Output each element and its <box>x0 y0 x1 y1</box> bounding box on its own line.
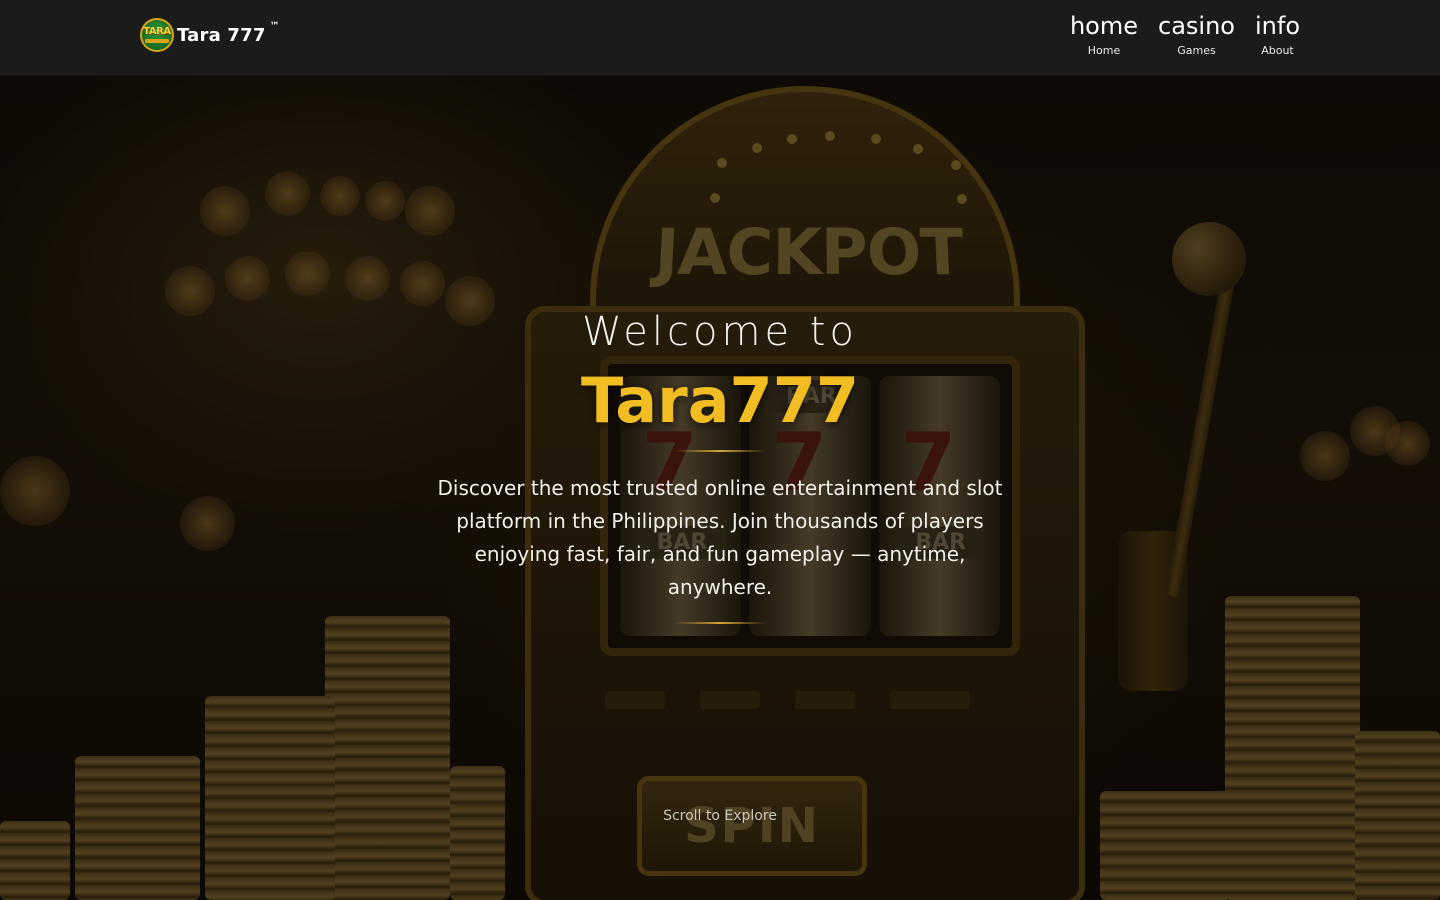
hero-welcome: Welcome to <box>582 309 858 355</box>
nav-item-casino-sublabel: Games <box>1177 44 1216 57</box>
nav-item-home-label: home <box>1069 12 1139 40</box>
brand-badge-text: TARA <box>143 26 171 37</box>
hero-divider-top <box>674 450 766 452</box>
nav-item-casino[interactable]: casino Games <box>1158 10 1235 58</box>
hero-description: Discover the most trusted online enterta… <box>437 476 1003 599</box>
hero-content: Welcome to Tara777 Discover the most tru… <box>420 304 1020 624</box>
scroll-to-explore[interactable]: Scroll to Explore <box>0 808 1440 824</box>
main-nav: home Home casino Games info About <box>1070 10 1300 58</box>
brand-logo-link[interactable]: TARA Tara 777 ™ <box>140 18 280 52</box>
hero-divider-bottom <box>674 622 766 624</box>
brand-logo-icon: TARA <box>140 18 174 52</box>
hero-section: JACKPOT 7 BAR BAR 7 7 BAR SPIN Welcome t… <box>0 76 1440 900</box>
nav-item-home[interactable]: home Home <box>1070 10 1138 58</box>
nav-item-info[interactable]: info About <box>1255 10 1300 58</box>
hero-title: Tara777 <box>581 364 859 437</box>
top-navbar: TARA Tara 777 ™ home Home casino Games i… <box>0 0 1440 76</box>
brand-trademark: ™ <box>269 21 280 32</box>
nav-item-info-label: info <box>1254 12 1300 40</box>
brand-name: Tara 777 <box>177 25 266 46</box>
nav-item-casino-label: casino <box>1158 12 1235 40</box>
nav-item-info-sublabel: About <box>1261 44 1294 57</box>
brand-badge-stripe <box>145 39 169 43</box>
nav-item-home-sublabel: Home <box>1087 44 1121 57</box>
